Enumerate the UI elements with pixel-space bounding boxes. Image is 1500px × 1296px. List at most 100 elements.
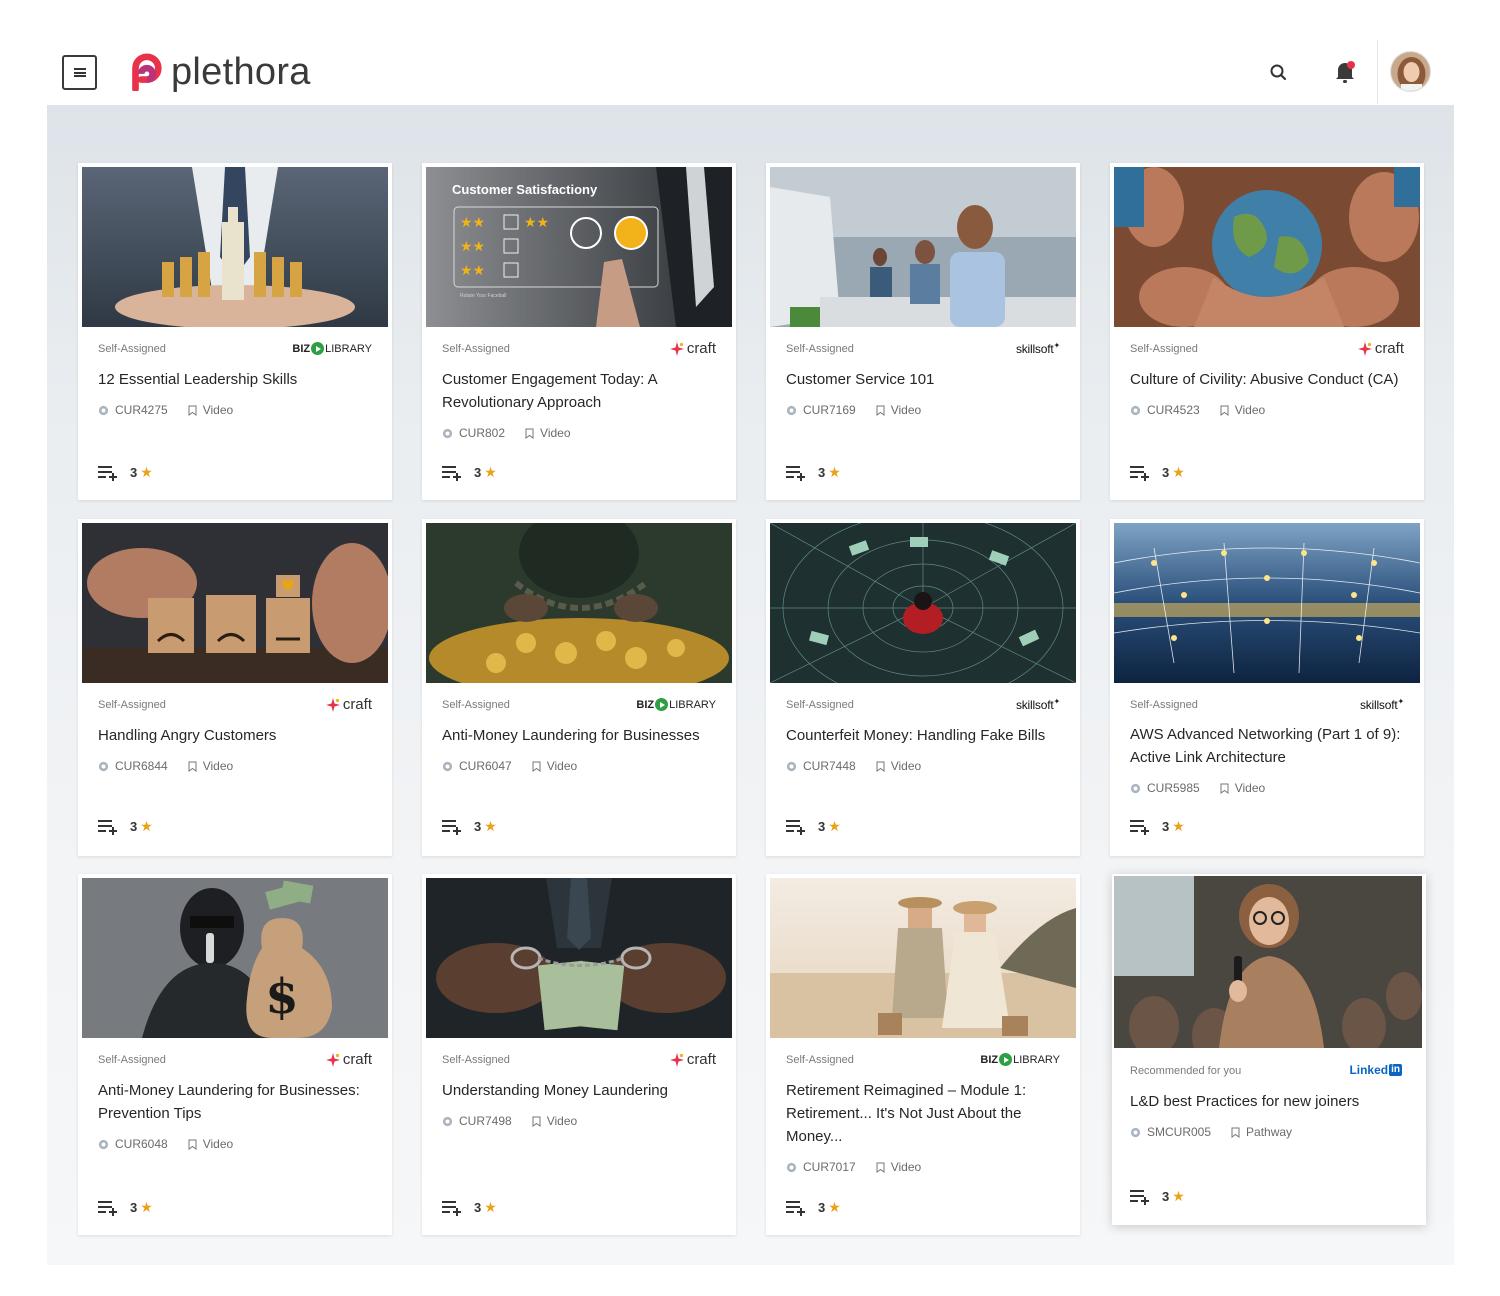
plethora-logo[interactable]: plethora [126,52,311,92]
provider-logo: BIZ LIBRARY [292,342,372,355]
course-code: SMCUR005 [1147,1125,1212,1139]
notification-button[interactable] [1333,59,1357,85]
search-button[interactable] [1268,62,1290,84]
svg-text:Rotate Your Faceball: Rotate Your Faceball [460,293,506,299]
course-thumbnail [770,167,1076,327]
course-title: 12 Essential Leadership Skills [98,371,298,388]
card-footer: 3 ★ [98,818,153,835]
badge-icon [786,405,797,415]
course-card[interactable]: Self-Assigned craft Culture of Civility:… [1110,163,1424,500]
playlist-add-icon[interactable] [98,465,118,481]
course-code: CUR4275 [115,403,168,417]
playlist-add-icon[interactable] [1130,819,1150,835]
globe-hands-image [1114,167,1420,327]
rating: 3 ★ [1162,818,1185,834]
course-title: L&D best Practices for new joiners [1130,1093,1360,1110]
bookmark-icon [876,405,885,416]
playlist-add-icon[interactable] [786,819,806,835]
playlist-add-icon[interactable] [98,819,118,835]
course-code: CUR7448 [803,759,856,773]
recommended-course-card[interactable]: Recommended for you Linked in L&D best Pr… [1112,874,1426,1225]
course-title: Customer Engagement Today: A Revolutiona… [442,371,657,411]
provider-logo: skillsoft✦ [1016,697,1060,712]
customer-satisfaction-image: Customer Satisfactiony ★★ ★★ ★★ ★★ Rotate Y… [426,167,732,327]
course-type: Video [202,1137,234,1151]
assignment-status: Self-Assigned [98,699,166,711]
playlist-add-icon[interactable] [442,1200,462,1216]
svg-text:★★: ★★ [460,239,485,255]
avatar-image [1391,52,1430,91]
provider-logo: craft [325,1051,372,1068]
svg-text:$: $ [265,969,298,1025]
playlist-add-icon[interactable] [786,1200,806,1216]
rating: 3 ★ [474,818,497,834]
card-footer: 3 ★ [442,818,497,835]
course-title: Understanding Money Laundering [442,1082,668,1099]
card-footer: 3 ★ [1130,1188,1185,1205]
course-title: Counterfeit Money: Handling Fake Bills [786,727,1046,744]
course-thumbnail [1114,876,1422,1048]
course-code: CUR6844 [115,759,168,773]
playlist-add-icon[interactable] [442,819,462,835]
badge-icon [98,761,109,771]
badge-icon [98,405,109,415]
course-meta: CUR4523 Video [1130,403,1265,417]
course-type: Video [546,1114,578,1128]
playlist-add-icon[interactable] [98,1200,118,1216]
badge-icon [1130,783,1141,793]
course-meta: CUR4275 Video [98,403,233,417]
provider-logo: skillsoft✦ [1016,341,1060,356]
bookmark-icon [1220,783,1229,794]
card-footer: 3 ★ [442,464,497,481]
course-thumbnail [770,523,1076,683]
card-footer: 3 ★ [786,464,841,481]
course-type: Video [890,759,922,773]
skillsoft-logo: skillsoft✦ [1015,697,1060,712]
card-footer: 3 ★ [1130,464,1185,481]
badge-icon [442,1116,453,1126]
course-card[interactable]: Self-Assigned BIZ LIBRARY Anti-Money Laun… [422,519,736,856]
assignment-status: Self-Assigned [786,1054,854,1066]
course-card[interactable]: Customer Satisfactiony ★★ ★★ ★★ ★★ Rotate Y… [422,163,736,500]
playlist-add-icon[interactable] [786,465,806,481]
course-type: Video [540,426,571,440]
course-type: Video [202,759,234,773]
course-card[interactable]: $ Self-Assigned craft Anti-Money Launder… [78,874,392,1235]
course-type: Video [890,403,922,417]
course-title: Anti-Money Laundering for Businesses [442,727,700,744]
handcuffed-money-image [426,878,732,1038]
playlist-add-icon[interactable] [442,465,462,481]
course-card[interactable]: Self-Assigned craft Understanding Money … [422,874,736,1235]
course-card[interactable]: Self-Assigned BIZ LIBRARY 12 Essential Le… [78,163,392,500]
badge-icon [786,1162,797,1172]
skillsoft-logo: skillsoft✦ [1015,341,1060,356]
menu-button[interactable] [62,55,97,90]
call-center-image [770,167,1076,327]
course-card[interactable]: Self-Assigned skillsoft✦ Customer Servic… [766,163,1080,500]
playlist-add-icon[interactable] [1130,1189,1150,1205]
course-card[interactable]: Self-Assigned craft Handling Angry Custo… [78,519,392,856]
playlist-add-icon[interactable] [1130,465,1150,481]
network-city-image [1114,523,1420,683]
star-icon: ★ [828,464,841,480]
card-footer: 3 ★ [98,464,153,481]
card-footer: 3 ★ [98,1199,153,1216]
course-card[interactable]: Self-Assigned skillsoft✦ Counterfeit Mon… [766,519,1080,856]
user-avatar[interactable] [1390,51,1431,92]
star-icon: ★ [484,1199,497,1215]
course-card[interactable]: Self-Assigned BIZ LIBRARY Retirement Reim… [766,874,1080,1235]
course-meta: CUR5985 Video [1130,781,1265,795]
badge-icon [1130,405,1141,415]
svg-text:★★: ★★ [460,215,485,231]
svg-text:★★: ★★ [460,263,485,279]
badge-icon [98,1139,109,1149]
assignment-status: Self-Assigned [98,343,166,355]
craft-sparkle-icon [325,697,340,712]
course-meta: SMCUR005 Pathway [1130,1125,1292,1139]
provider-logo: craft [1357,340,1404,357]
retired-couple-beach-image [770,878,1076,1038]
rating: 3 ★ [818,1199,841,1215]
provider-logo: craft [669,340,716,357]
course-card[interactable]: Self-Assigned skillsoft✦ AWS Advanced Ne… [1110,519,1424,856]
craft-sparkle-icon [669,341,684,356]
